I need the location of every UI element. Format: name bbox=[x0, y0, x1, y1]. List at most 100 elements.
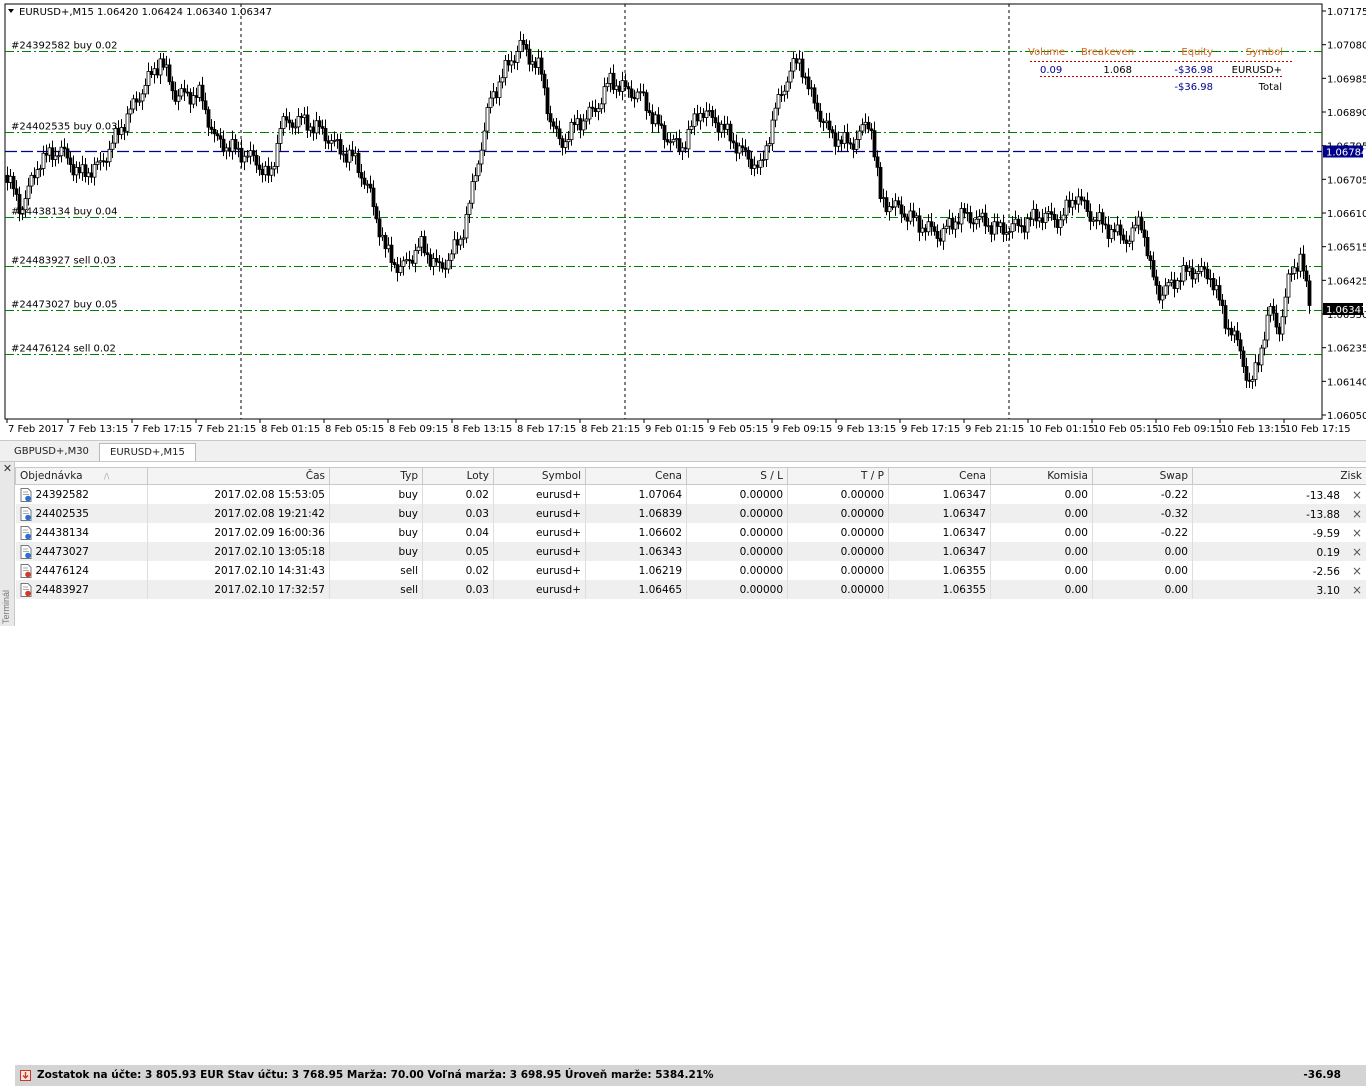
order-symbol: eurusd+ bbox=[494, 504, 586, 523]
order-profit: -9.59 bbox=[1313, 528, 1340, 540]
order-price: 1.07064 bbox=[586, 485, 687, 505]
chart-tab-bar: GBPUSD+,M30 EURUSD+,M15 bbox=[0, 440, 1366, 462]
table-header-row: Objednávka /\ Čas Typ Loty Symbol Cena S… bbox=[16, 468, 1366, 485]
sort-arrow-icon: /\ bbox=[104, 472, 109, 481]
order-line-label: #24483927 sell 0.03 bbox=[11, 256, 116, 267]
close-order-icon[interactable]: × bbox=[1352, 526, 1362, 540]
close-order-icon[interactable]: × bbox=[1352, 488, 1362, 502]
info-panel-value: 0.09 bbox=[1040, 65, 1062, 76]
order-type-icon bbox=[20, 583, 32, 597]
y-axis-tick-label: 1.06985 bbox=[1327, 74, 1366, 85]
table-row[interactable]: 244025352017.02.08 19:21:42buy0.03eurusd… bbox=[16, 504, 1366, 523]
order-swap: 0.00 bbox=[1093, 580, 1193, 599]
tab-eurusd-m15[interactable]: EURUSD+,M15 bbox=[99, 443, 196, 461]
order-ticket-cell[interactable]: 24483927 bbox=[16, 580, 148, 599]
close-order-icon[interactable]: × bbox=[1352, 564, 1362, 578]
order-type: buy bbox=[330, 542, 423, 561]
order-tp: 0.00000 bbox=[788, 485, 889, 505]
order-profit-cell: 0.19× bbox=[1193, 542, 1366, 561]
col-header-price[interactable]: Cena bbox=[586, 468, 687, 485]
order-symbol: eurusd+ bbox=[494, 580, 586, 599]
table-row[interactable]: 244761242017.02.10 14:31:43sell0.02eurus… bbox=[16, 561, 1366, 580]
order-type: buy bbox=[330, 504, 423, 523]
close-order-icon[interactable]: × bbox=[1352, 507, 1362, 521]
order-sl: 0.00000 bbox=[687, 485, 788, 505]
terminal-side-label: Terminál bbox=[1, 590, 14, 624]
info-panel-header: Symbol bbox=[1246, 47, 1283, 58]
order-price: 1.06465 bbox=[586, 580, 687, 599]
x-axis-tick-label: 9 Feb 21:15 bbox=[965, 424, 1024, 435]
tab-gbpusd-m30[interactable]: GBPUSD+,M30 bbox=[4, 443, 99, 461]
info-panel-header: Volume bbox=[1028, 47, 1065, 58]
order-time: 2017.02.08 19:21:42 bbox=[148, 504, 330, 523]
order-ticket-cell[interactable]: 24392582 bbox=[16, 485, 148, 505]
col-header-current-price[interactable]: Cena bbox=[889, 468, 991, 485]
x-axis-tick-label: 10 Feb 13:15 bbox=[1221, 424, 1287, 435]
y-axis-tick-label: 1.06425 bbox=[1327, 276, 1366, 287]
x-axis-tick-label: 8 Feb 13:15 bbox=[453, 424, 512, 435]
info-panel-header: Equity bbox=[1181, 47, 1213, 58]
order-ticket-cell[interactable]: 24402535 bbox=[16, 504, 148, 523]
close-order-icon[interactable]: × bbox=[1352, 545, 1362, 559]
order-profit: -2.56 bbox=[1313, 566, 1340, 578]
order-swap: 0.00 bbox=[1093, 561, 1193, 580]
order-ticket: 24473027 bbox=[36, 546, 89, 558]
x-axis-tick-label: 9 Feb 13:15 bbox=[837, 424, 896, 435]
total-profit: -36.98 bbox=[1303, 1065, 1341, 1086]
order-lots: 0.02 bbox=[423, 561, 494, 580]
order-lots: 0.04 bbox=[423, 523, 494, 542]
account-icon bbox=[20, 1070, 31, 1081]
order-sl: 0.00000 bbox=[687, 542, 788, 561]
y-axis-tick-label: 1.06235 bbox=[1327, 344, 1366, 355]
close-icon[interactable]: ✕ bbox=[2, 464, 13, 475]
order-ticket: 24402535 bbox=[36, 508, 89, 520]
info-panel-value: 1.068 bbox=[1103, 65, 1132, 76]
x-axis-tick-label: 8 Feb 05:15 bbox=[325, 424, 384, 435]
col-header-profit[interactable]: Zisk bbox=[1193, 468, 1366, 485]
order-ticket-cell[interactable]: 24473027 bbox=[16, 542, 148, 561]
price-chart[interactable]: #24392582 buy 0.02#24402535 buy 0.03#244… bbox=[0, 0, 1366, 440]
order-price: 1.06602 bbox=[586, 523, 687, 542]
order-type-icon bbox=[20, 564, 32, 578]
col-header-swap[interactable]: Swap bbox=[1093, 468, 1193, 485]
col-header-time[interactable]: Čas bbox=[148, 468, 330, 485]
order-tp: 0.00000 bbox=[788, 580, 889, 599]
order-swap: -0.22 bbox=[1093, 485, 1193, 505]
order-ticket-cell[interactable]: 24438134 bbox=[16, 523, 148, 542]
col-header-order[interactable]: Objednávka /\ bbox=[16, 468, 148, 485]
col-header-sl[interactable]: S / L bbox=[687, 468, 788, 485]
order-current-price: 1.06347 bbox=[889, 504, 991, 523]
col-header-symbol[interactable]: Symbol bbox=[494, 468, 586, 485]
orders-table: Objednávka /\ Čas Typ Loty Symbol Cena S… bbox=[15, 467, 1366, 599]
chart-canvas[interactable]: #24392582 buy 0.02#24402535 buy 0.03#244… bbox=[0, 0, 1366, 440]
order-ticket-cell[interactable]: 24476124 bbox=[16, 561, 148, 580]
order-type-icon bbox=[20, 545, 32, 559]
order-type: buy bbox=[330, 485, 423, 505]
x-axis-tick-label: 9 Feb 05:15 bbox=[709, 424, 768, 435]
col-header-tp[interactable]: T / P bbox=[788, 468, 889, 485]
order-profit-cell: -13.88× bbox=[1193, 504, 1366, 523]
table-row[interactable]: 244381342017.02.09 16:00:36buy0.04eurusd… bbox=[16, 523, 1366, 542]
order-sl: 0.00000 bbox=[687, 561, 788, 580]
table-row[interactable]: 244839272017.02.10 17:32:57sell0.03eurus… bbox=[16, 580, 1366, 599]
info-panel-value: EURUSD+ bbox=[1232, 65, 1282, 76]
order-swap: -0.22 bbox=[1093, 523, 1193, 542]
col-header-lots[interactable]: Loty bbox=[423, 468, 494, 485]
table-row[interactable]: 243925822017.02.08 15:53:05buy0.02eurusd… bbox=[16, 485, 1366, 505]
x-axis-tick-label: 9 Feb 01:15 bbox=[645, 424, 704, 435]
order-tp: 0.00000 bbox=[788, 542, 889, 561]
order-symbol: eurusd+ bbox=[494, 485, 586, 505]
order-lots: 0.02 bbox=[423, 485, 494, 505]
order-line-label: #24402535 buy 0.03 bbox=[11, 122, 118, 133]
col-header-type[interactable]: Typ bbox=[330, 468, 423, 485]
order-commission: 0.00 bbox=[991, 523, 1093, 542]
col-header-commission[interactable]: Komisia bbox=[991, 468, 1093, 485]
x-axis-tick-label: 9 Feb 09:15 bbox=[773, 424, 832, 435]
close-order-icon[interactable]: × bbox=[1352, 583, 1362, 597]
table-row[interactable]: 244730272017.02.10 13:05:18buy0.05eurusd… bbox=[16, 542, 1366, 561]
order-ticket: 24438134 bbox=[36, 527, 89, 539]
order-type-icon bbox=[20, 488, 32, 502]
order-symbol: eurusd+ bbox=[494, 561, 586, 580]
x-axis-tick-label: 7 Feb 2017 bbox=[8, 424, 64, 435]
info-panel-header: Breakeven bbox=[1081, 47, 1134, 58]
